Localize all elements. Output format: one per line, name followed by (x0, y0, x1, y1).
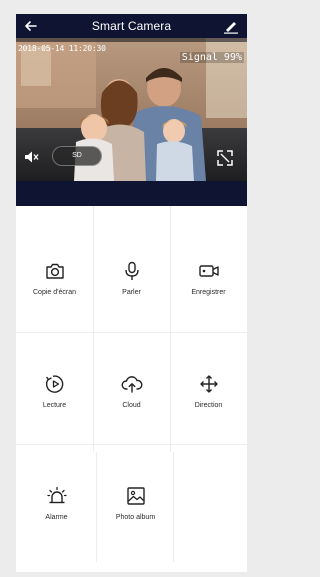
direction-label: Direction (194, 402, 223, 409)
screenshot-label: Copie d'écran (33, 289, 76, 296)
app-screen: Smart Camera 2018-05-14 11:20:30 Signal … (16, 14, 247, 572)
cloud-button[interactable]: Cloud (93, 333, 170, 445)
speaker-icon[interactable] (24, 150, 40, 164)
sd-quality-toggle[interactable]: SD (52, 146, 102, 166)
alarm-icon (46, 486, 67, 504)
action-grid: Copie d'écran Parler Enregistrer Lecture… (16, 206, 247, 572)
photo-album-label: Photo album (115, 514, 156, 521)
pencil-icon[interactable] (223, 18, 239, 34)
camera-icon (45, 263, 64, 279)
signal-strength: Signal 99% (179, 52, 244, 63)
photo-icon (126, 487, 145, 505)
direction-arrows-icon (199, 375, 218, 393)
playback-button[interactable]: Lecture (16, 333, 93, 445)
microphone-icon (124, 261, 139, 280)
cloud-label: Cloud (122, 402, 141, 409)
alarm-label: Alarme (45, 514, 68, 521)
camera-feed[interactable]: 2018-05-14 11:20:30 Signal 99% SD (16, 38, 247, 181)
video-timestamp: 2018-05-14 11:20:30 (18, 44, 106, 53)
speak-button[interactable]: Parler (93, 220, 170, 332)
fullscreen-icon[interactable] (217, 150, 233, 166)
playback-icon (45, 375, 63, 393)
control-bar (16, 181, 247, 206)
direction-button[interactable]: Direction (170, 333, 247, 445)
playback-label: Lecture (42, 402, 67, 409)
video-camera-icon (198, 265, 219, 277)
alarm-button[interactable]: Alarme (18, 445, 95, 557)
photo-album-button[interactable]: Photo album (97, 445, 174, 557)
screenshot-button[interactable]: Copie d'écran (16, 220, 93, 332)
page-title: Smart Camera (91, 19, 172, 33)
speak-label: Parler (122, 289, 141, 296)
header-bar: Smart Camera (16, 14, 247, 38)
record-label: Enregistrer (191, 289, 226, 296)
cloud-icon (121, 376, 142, 393)
record-button[interactable]: Enregistrer (170, 220, 247, 332)
